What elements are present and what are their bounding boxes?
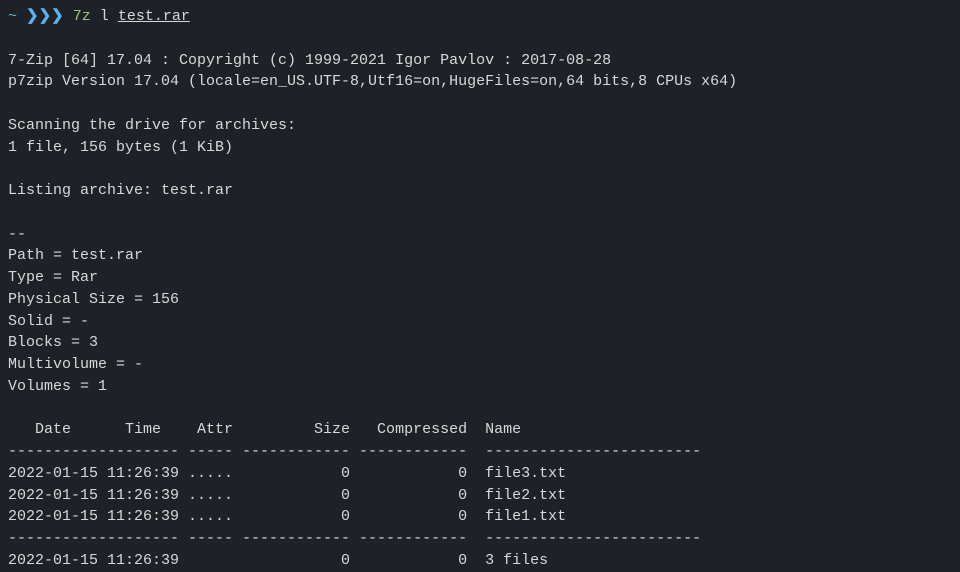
output-meta-multivolume: Multivolume = - (8, 354, 952, 376)
blank-line (8, 202, 952, 224)
blank-line (8, 398, 952, 420)
table-row: 2022-01-15 11:26:39 ..... 0 0 file3.txt (8, 463, 952, 485)
command-file: test.rar (118, 8, 190, 25)
prompt-cwd: ~ (8, 8, 17, 25)
output-header-2: p7zip Version 17.04 (locale=en_US.UTF-8,… (8, 71, 952, 93)
output-meta-solid: Solid = - (8, 311, 952, 333)
output-meta-volumes: Volumes = 1 (8, 376, 952, 398)
command-arg: l (100, 8, 109, 25)
table-footer: 2022-01-15 11:26:39 0 0 3 files (8, 550, 952, 572)
table-separator: ------------------- ----- ------------ -… (8, 441, 952, 463)
output-meta-dash: -- (8, 224, 952, 246)
command-name: 7z (73, 8, 91, 25)
blank-line (8, 158, 952, 180)
output-meta-type: Type = Rar (8, 267, 952, 289)
output-listing: Listing archive: test.rar (8, 180, 952, 202)
output-scan-1: Scanning the drive for archives: (8, 115, 952, 137)
table-header: Date Time Attr Size Compressed Name (8, 419, 952, 441)
output-scan-2: 1 file, 156 bytes (1 KiB) (8, 137, 952, 159)
output-meta-physical-size: Physical Size = 156 (8, 289, 952, 311)
table-row: 2022-01-15 11:26:39 ..... 0 0 file2.txt (8, 485, 952, 507)
table-separator: ------------------- ----- ------------ -… (8, 528, 952, 550)
output-meta-blocks: Blocks = 3 (8, 332, 952, 354)
prompt-arrows: ❯❯❯ (26, 8, 64, 25)
output-meta-path: Path = test.rar (8, 245, 952, 267)
table-row: 2022-01-15 11:26:39 ..... 0 0 file1.txt (8, 506, 952, 528)
blank-line (8, 93, 952, 115)
output-header-1: 7-Zip [64] 17.04 : Copyright (c) 1999-20… (8, 50, 952, 72)
blank-line (8, 28, 952, 50)
prompt-line[interactable]: ~ ❯❯❯ 7z l test.rar (8, 6, 952, 28)
